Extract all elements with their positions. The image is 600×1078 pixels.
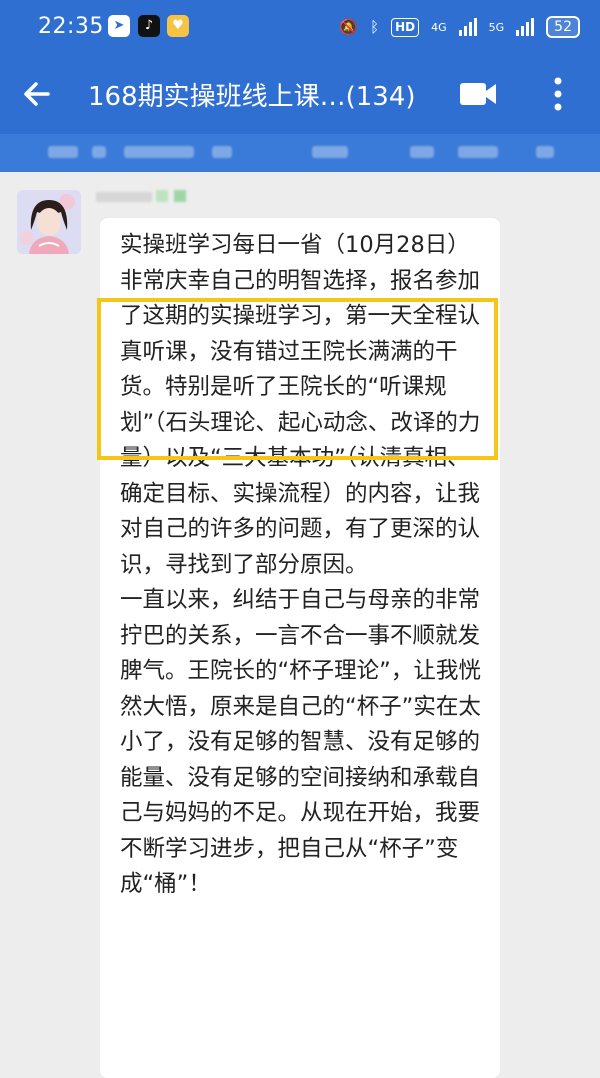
navigation-icon: ➤ (108, 15, 130, 37)
highlight-box (97, 298, 498, 460)
sender-avatar[interactable] (17, 190, 81, 254)
more-options-icon[interactable] (548, 74, 568, 114)
status-time: 22:35 (38, 14, 104, 39)
status-indicators: 🔕 ᛒ HD 4G 5G 52 (339, 16, 580, 38)
sender-name (96, 190, 206, 204)
signal-4g-icon (458, 18, 477, 36)
back-arrow-icon[interactable] (18, 74, 58, 114)
video-call-icon[interactable] (458, 80, 498, 108)
chat-title: 168期实操班线上课…(134) (88, 82, 416, 112)
pinned-notice-bar[interactable] (0, 134, 600, 172)
network-4g-label: 4G (431, 20, 447, 34)
battery-indicator: 52 (546, 16, 580, 38)
watermark (16, 268, 36, 289)
hd-voice-icon: HD (391, 17, 420, 37)
bluetooth-icon: ᛒ (370, 18, 380, 36)
chat-header: 168期实操班线上课…(134) (0, 56, 600, 134)
status-bar: 22:35 ➤ ♪ ♥ 🔕 ᛒ HD 4G 5G 52 (0, 0, 600, 56)
mute-icon: 🔕 (339, 18, 359, 36)
app-heart-icon: ♥ (167, 15, 189, 37)
network-5g-label: 5G (488, 20, 505, 34)
tiktok-icon: ♪ (138, 15, 160, 37)
signal-5g-icon (516, 18, 535, 36)
